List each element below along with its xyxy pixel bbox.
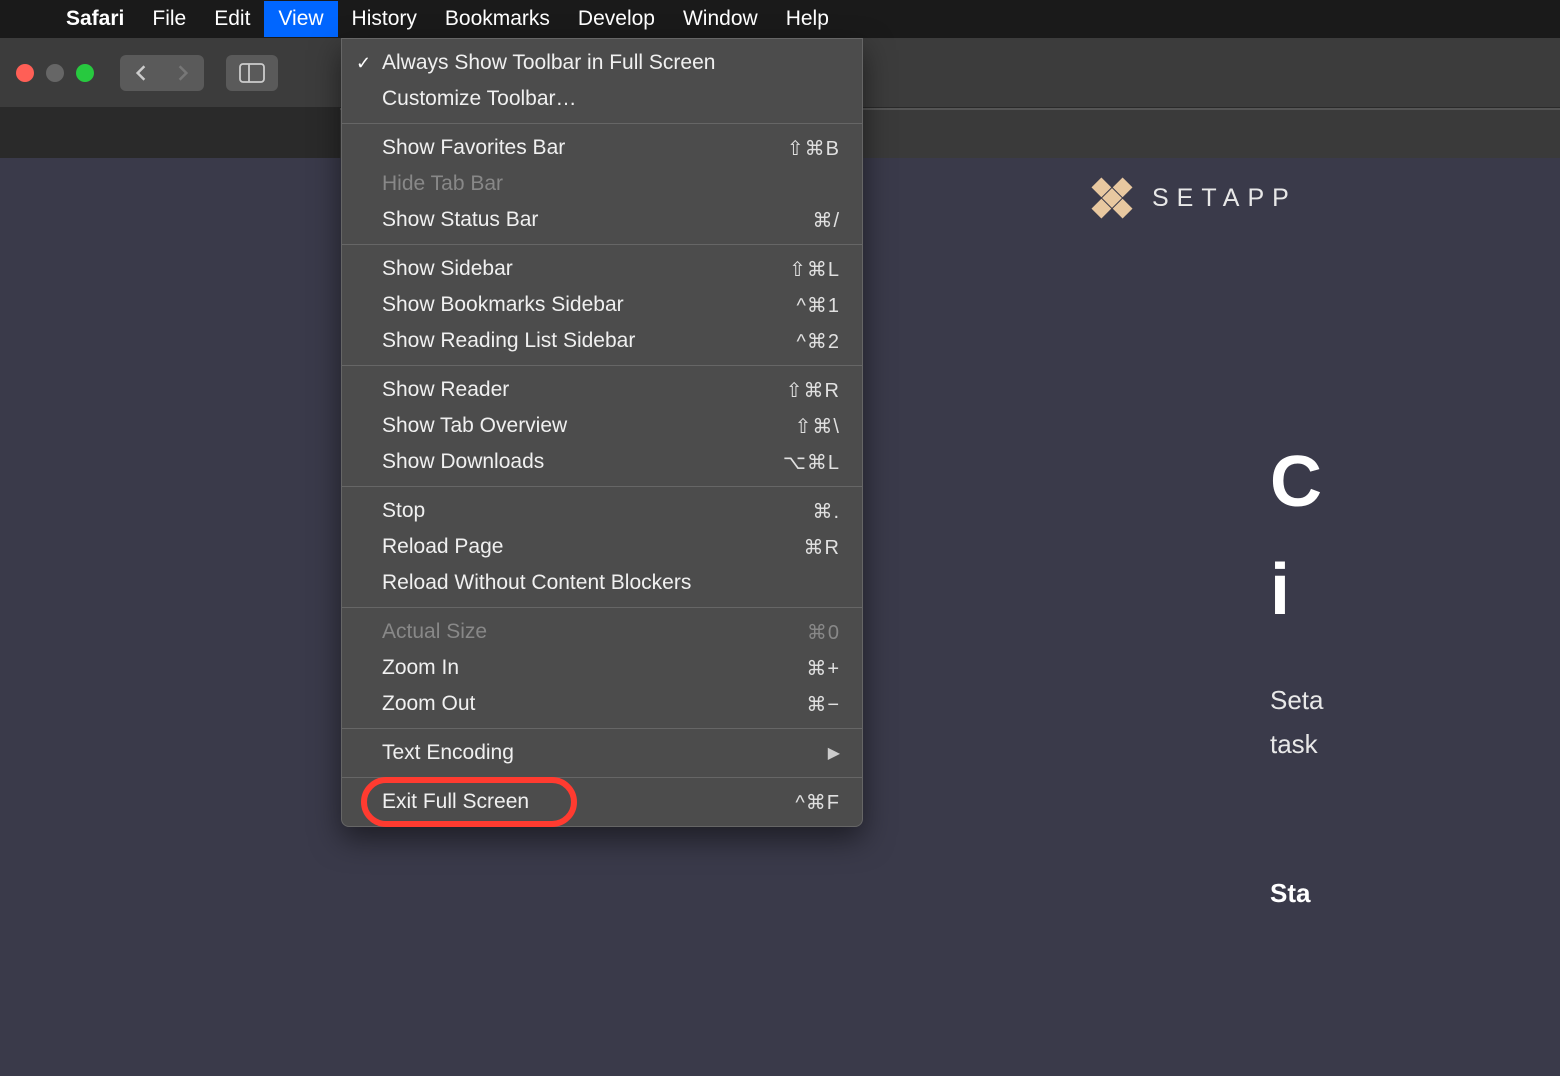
menu-shortcut: ⌥⌘L <box>783 450 840 475</box>
menu-item-text-encoding[interactable]: Text Encoding▶ <box>342 735 862 771</box>
menu-separator <box>342 728 862 729</box>
page-cta-text: Sta <box>1270 878 1310 909</box>
menu-item-label: Show Status Bar <box>382 208 812 232</box>
menu-item-show-sidebar[interactable]: Show Sidebar⇧⌘L <box>342 251 862 287</box>
bookmarks-menu[interactable]: Bookmarks <box>431 1 564 37</box>
menu-item-label: Zoom In <box>382 656 806 680</box>
menu-item-show-tab-overview[interactable]: Show Tab Overview⇧⌘\ <box>342 408 862 444</box>
menu-item-label: Show Bookmarks Sidebar <box>382 293 796 317</box>
window-controls <box>16 64 94 82</box>
window-menu[interactable]: Window <box>669 1 772 37</box>
menu-item-label: Always Show Toolbar in Full Screen <box>382 51 840 75</box>
view-menu[interactable]: View <box>264 1 337 37</box>
menu-separator <box>342 123 862 124</box>
page-body-text: Seta task <box>1270 678 1324 766</box>
menu-shortcut: ⇧⌘\ <box>795 414 840 439</box>
menu-item-customize-toolbar[interactable]: Customize Toolbar… <box>342 81 862 117</box>
menu-shortcut: ⌘0 <box>807 620 840 645</box>
edit-menu[interactable]: Edit <box>200 1 264 37</box>
menu-shortcut: ^⌘F <box>795 790 840 815</box>
menu-item-show-bookmarks-sidebar[interactable]: Show Bookmarks Sidebar^⌘1 <box>342 287 862 323</box>
menu-item-zoom-in[interactable]: Zoom In⌘+ <box>342 650 862 686</box>
chevron-right-icon <box>176 64 190 82</box>
view-dropdown-menu: ✓ Always Show Toolbar in Full Screen Custo… <box>341 38 863 827</box>
menu-item-show-favorites-bar[interactable]: Show Favorites Bar⇧⌘B <box>342 130 862 166</box>
develop-menu[interactable]: Develop <box>564 1 669 37</box>
menu-item-label: Reload Page <box>382 535 804 559</box>
menu-shortcut: ⌘R <box>804 535 840 560</box>
sidebar-icon <box>239 63 265 83</box>
menu-shortcut: ⌘+ <box>806 656 840 681</box>
menu-shortcut: ⇧⌘R <box>786 378 840 403</box>
menu-shortcut: ^⌘1 <box>796 293 840 318</box>
forward-button[interactable] <box>162 55 204 91</box>
menu-item-label: Text Encoding <box>382 741 828 765</box>
file-menu[interactable]: File <box>138 1 200 37</box>
help-menu[interactable]: Help <box>772 1 843 37</box>
chevron-left-icon <box>134 64 148 82</box>
setapp-logo[interactable]: SETAPP <box>1090 176 1297 220</box>
menu-item-reload-without-content-blockers[interactable]: Reload Without Content Blockers <box>342 565 862 601</box>
menu-shortcut: ⇧⌘B <box>787 136 840 161</box>
menu-item-label: Hide Tab Bar <box>382 172 840 196</box>
checkmark-icon: ✓ <box>356 53 371 74</box>
menu-item-label: Stop <box>382 499 812 523</box>
nav-button-group <box>120 55 204 91</box>
page-headline: C i <box>1270 428 1322 644</box>
menu-item-hide-tab-bar: Hide Tab Bar <box>342 166 862 202</box>
menu-item-reload-page[interactable]: Reload Page⌘R <box>342 529 862 565</box>
system-menubar: Safari File Edit View History Bookmarks … <box>0 0 1560 38</box>
minimize-window-button[interactable] <box>46 64 64 82</box>
menu-separator <box>342 777 862 778</box>
app-menu[interactable]: Safari <box>52 1 138 37</box>
submenu-arrow-icon: ▶ <box>828 743 840 763</box>
menu-item-zoom-out[interactable]: Zoom Out⌘− <box>342 686 862 722</box>
menu-item-actual-size: Actual Size⌘0 <box>342 614 862 650</box>
menu-item-stop[interactable]: Stop⌘. <box>342 493 862 529</box>
menu-item-show-reading-list-sidebar[interactable]: Show Reading List Sidebar^⌘2 <box>342 323 862 359</box>
menu-item-label: Show Downloads <box>382 450 783 474</box>
menu-item-show-reader[interactable]: Show Reader⇧⌘R <box>342 372 862 408</box>
menu-separator <box>342 607 862 608</box>
menu-item-show-status-bar[interactable]: Show Status Bar⌘/ <box>342 202 862 238</box>
menu-item-exit-full-screen[interactable]: Exit Full Screen^⌘F <box>342 784 862 820</box>
setapp-icon <box>1081 167 1143 229</box>
back-button[interactable] <box>120 55 162 91</box>
setapp-wordmark: SETAPP <box>1152 184 1297 213</box>
menu-item-label: Exit Full Screen <box>382 790 795 814</box>
fullscreen-window-button[interactable] <box>76 64 94 82</box>
menu-shortcut: ^⌘2 <box>796 329 840 354</box>
menu-separator <box>342 486 862 487</box>
menu-item-always-show-toolbar-in-full-screen[interactable]: ✓ Always Show Toolbar in Full Screen <box>342 45 862 81</box>
menu-item-label: Show Reading List Sidebar <box>382 329 796 353</box>
menu-item-label: Show Tab Overview <box>382 414 795 438</box>
menu-shortcut: ⇧⌘L <box>789 257 840 282</box>
sidebar-toggle-button[interactable] <box>226 55 278 91</box>
close-window-button[interactable] <box>16 64 34 82</box>
menu-item-label: Reload Without Content Blockers <box>382 571 840 595</box>
menu-shortcut: ⌘. <box>812 499 840 524</box>
menu-item-label: Show Reader <box>382 378 786 402</box>
menu-separator <box>342 365 862 366</box>
menu-item-label: Actual Size <box>382 620 807 644</box>
menu-item-label: Zoom Out <box>382 692 806 716</box>
menu-item-label: Show Sidebar <box>382 257 789 281</box>
history-menu[interactable]: History <box>338 1 431 37</box>
menu-separator <box>342 244 862 245</box>
menu-item-label: Customize Toolbar… <box>382 87 840 111</box>
menu-item-show-downloads[interactable]: Show Downloads⌥⌘L <box>342 444 862 480</box>
tab-spacer <box>0 108 340 158</box>
menu-shortcut: ⌘/ <box>812 208 840 233</box>
menu-item-label: Show Favorites Bar <box>382 136 787 160</box>
menu-shortcut: ⌘− <box>806 692 840 717</box>
